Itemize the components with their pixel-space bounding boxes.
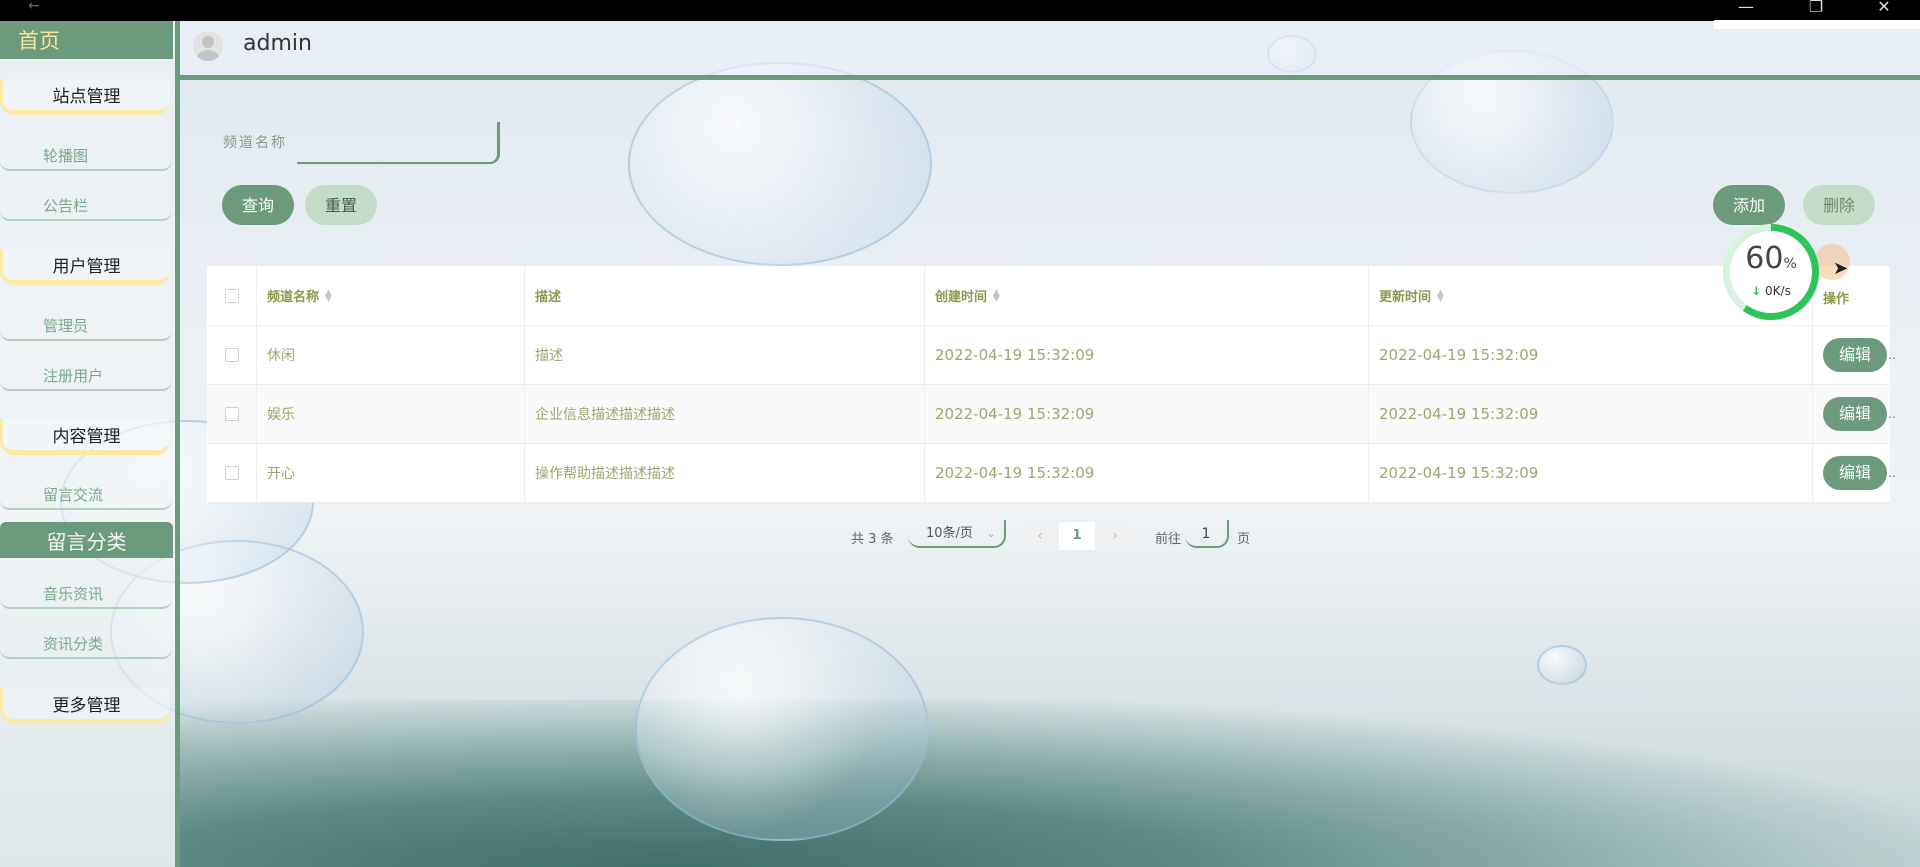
cell-created: 2022-04-19 15:32:09: [925, 326, 1369, 384]
back-arrow-icon[interactable]: ←: [28, 0, 40, 14]
page-suffix: 页: [1237, 532, 1251, 547]
close-icon[interactable]: ✕: [1856, 0, 1912, 21]
background-mountain: [178, 700, 1920, 867]
sidebar-group-site[interactable]: 站点管理: [0, 79, 170, 115]
speed-rate: ↓ 0K/s: [1730, 284, 1812, 298]
mouse-cursor-icon: ➤: [1833, 258, 1849, 279]
sidebar-item-messages[interactable]: 留言交流: [0, 480, 172, 510]
table-row: 开心 操作帮助描述描述描述 2022-04-19 15:32:09 2022-0…: [207, 444, 1896, 503]
sidebar-item-carousel[interactable]: 轮播图: [0, 141, 172, 171]
edit-button[interactable]: 编辑: [1823, 456, 1887, 490]
cell-desc: 操作帮助描述描述描述: [525, 444, 925, 502]
cell-name: 娱乐: [257, 385, 525, 443]
username: admin: [243, 31, 312, 56]
more-dots-icon: ..: [1888, 466, 1896, 480]
delete-button[interactable]: 删除: [1803, 185, 1875, 225]
sidebar-item-message-category[interactable]: 留言分类: [0, 522, 173, 558]
speed-percent-unit: %: [1783, 256, 1797, 272]
cell-desc: 企业信息描述描述描述: [525, 385, 925, 443]
row-select-cell: [207, 385, 257, 443]
sort-icon[interactable]: ▲ ▼: [325, 288, 335, 303]
sidebar-item-music-news[interactable]: 音乐资讯: [0, 579, 172, 609]
background-bubble: [635, 617, 929, 841]
sort-icon[interactable]: ▲ ▼: [1437, 288, 1447, 303]
table-header: 频道名称 ▲ ▼ 描述 创建时间 ▲ ▼ 更新时间 ▲ ▼ 操作: [207, 266, 1890, 326]
sidebar: 首页 站点管理 轮播图 公告栏 用户管理 管理员 注册用户 内容管理 留言交流 …: [0, 21, 180, 867]
edit-button[interactable]: 编辑: [1823, 397, 1887, 431]
window-titlebar: ← — ❐ ✕: [0, 0, 1920, 29]
sidebar-item-news-category[interactable]: 资讯分类: [0, 629, 172, 659]
sidebar-group-more[interactable]: 更多管理: [0, 688, 170, 724]
page-size-value: 10条/页: [926, 526, 973, 541]
top-header: admin: [180, 21, 1920, 80]
row-select-cell: [207, 326, 257, 384]
avatar[interactable]: [193, 31, 223, 61]
titlebar-strip: [1714, 20, 1920, 29]
minimize-icon[interactable]: —: [1718, 0, 1774, 21]
sidebar-home[interactable]: 首页: [0, 21, 173, 59]
cell-action: 编辑..: [1813, 444, 1896, 502]
goto-page-input[interactable]: 1: [1185, 520, 1229, 548]
add-button[interactable]: 添加: [1713, 185, 1785, 225]
table-row: 休闲 描述 2022-04-19 15:32:09 2022-04-19 15:…: [207, 326, 1896, 385]
background-bubble: [1537, 645, 1587, 685]
cell-created: 2022-04-19 15:32:09: [925, 385, 1369, 443]
background-bubble: [628, 62, 932, 266]
channel-name-input[interactable]: [297, 122, 500, 164]
column-header-name[interactable]: 频道名称 ▲ ▼: [257, 266, 525, 325]
speed-percent-value: 60: [1745, 241, 1784, 276]
speed-percent: 60%: [1730, 241, 1812, 276]
row-checkbox[interactable]: [224, 407, 239, 421]
speed-rate-value: 0K/s: [1765, 284, 1791, 298]
column-header-desc: 描述: [525, 266, 925, 325]
chevron-down-icon: ⌄: [986, 527, 996, 540]
sidebar-group-users[interactable]: 用户管理: [0, 249, 170, 285]
pagination-total: 共 3 条: [851, 532, 894, 547]
cell-name: 开心: [257, 444, 525, 502]
select-all-checkbox[interactable]: [224, 288, 239, 303]
speed-widget-inner: 60% ↓ 0K/s: [1730, 231, 1812, 313]
sidebar-item-registered-users[interactable]: 注册用户: [0, 361, 172, 391]
sidebar-item-notice[interactable]: 公告栏: [0, 191, 172, 221]
table-row: 娱乐 企业信息描述描述描述 2022-04-19 15:32:09 2022-0…: [207, 385, 1896, 444]
row-select-cell: [207, 444, 257, 502]
column-header-label: 创建时间: [935, 290, 988, 305]
cell-action: 编辑..: [1813, 385, 1896, 443]
query-button[interactable]: 查询: [222, 185, 294, 225]
cell-action: 编辑..: [1813, 326, 1896, 384]
reset-button[interactable]: 重置: [305, 185, 377, 225]
column-header-created[interactable]: 创建时间 ▲ ▼: [925, 266, 1369, 325]
column-header-label: 描述: [535, 290, 562, 305]
page-size-select[interactable]: 10条/页 ⌄: [908, 520, 1006, 548]
more-dots-icon: ..: [1888, 348, 1896, 362]
cell-created: 2022-04-19 15:32:09: [925, 444, 1369, 502]
more-dots-icon: ..: [1888, 407, 1896, 421]
cell-name: 休闲: [257, 326, 525, 384]
row-checkbox[interactable]: [224, 466, 239, 480]
column-header-label: 操作: [1823, 292, 1850, 307]
sidebar-group-content[interactable]: 内容管理: [0, 419, 170, 455]
current-page[interactable]: 1: [1059, 522, 1095, 550]
column-header-label: 频道名称: [267, 290, 320, 305]
prev-page-button[interactable]: ‹: [1024, 522, 1056, 550]
sidebar-item-admins[interactable]: 管理员: [0, 311, 172, 341]
goto-label: 前往: [1155, 532, 1182, 547]
channel-table: 频道名称 ▲ ▼ 描述 创建时间 ▲ ▼ 更新时间 ▲ ▼ 操作 休闲 描述 2022-04…: [207, 266, 1896, 503]
search-label: 频道名称: [223, 135, 287, 151]
column-header-label: 更新时间: [1379, 290, 1432, 305]
speed-widget[interactable]: 60% ↓ 0K/s: [1723, 224, 1819, 320]
cell-updated: 2022-04-19 15:32:09: [1369, 444, 1813, 502]
maximize-icon[interactable]: ❐: [1788, 0, 1844, 21]
cell-updated: 2022-04-19 15:32:09: [1369, 326, 1813, 384]
row-checkbox[interactable]: [224, 348, 239, 362]
select-all-cell: [207, 266, 257, 325]
next-page-button[interactable]: ›: [1099, 522, 1131, 550]
cell-desc: 描述: [525, 326, 925, 384]
cell-updated: 2022-04-19 15:32:09: [1369, 385, 1813, 443]
edit-button[interactable]: 编辑: [1823, 338, 1887, 372]
arrow-down-icon: ↓: [1751, 284, 1762, 298]
sort-icon[interactable]: ▲ ▼: [993, 288, 1003, 303]
